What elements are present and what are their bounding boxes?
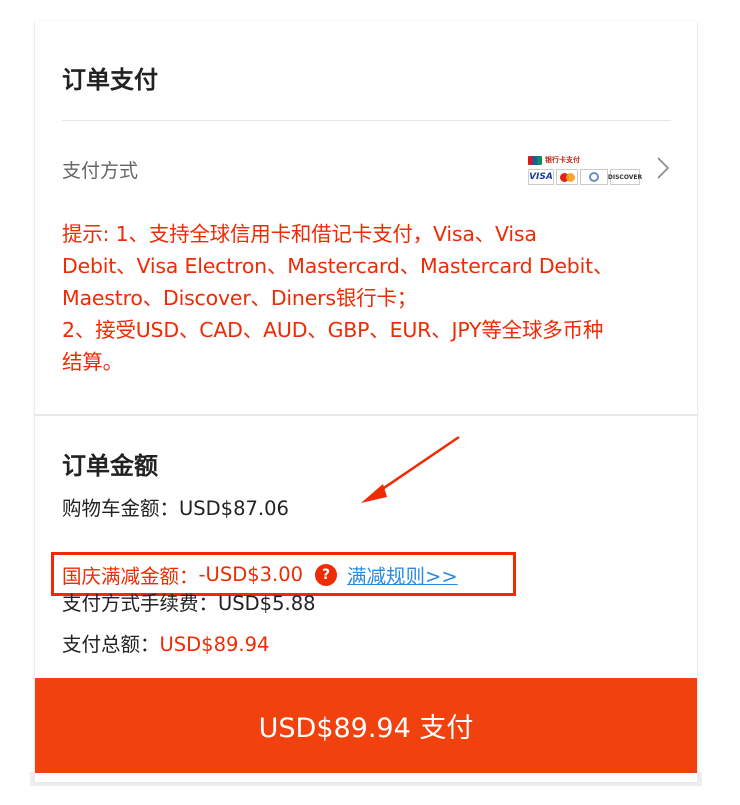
total-row: 支付总额：USD$89.94	[62, 628, 269, 657]
discover-icon: DISCOVER	[608, 169, 642, 185]
total-label: 支付总额：	[62, 633, 160, 656]
section-divider	[35, 414, 697, 416]
total-value: USD$89.94	[159, 633, 270, 656]
payment-notice: 提示: 1、支持全球信用卡和借记卡支付，Visa、Visa Debit、Visa…	[62, 222, 614, 374]
diners-club-icon	[580, 169, 609, 185]
annotation-arrow-icon	[361, 435, 460, 503]
divider	[62, 120, 671, 121]
chevron-right-icon[interactable]	[655, 156, 671, 180]
page-title: 订单支付	[62, 66, 158, 94]
fee-label: 支付方式手续费：	[62, 592, 219, 615]
payment-method-row[interactable]: 支付方式 银行卡支付 VISA DISCOVER	[62, 150, 671, 190]
fee-row: 支付方式手续费：USD$5.88	[62, 587, 316, 616]
unionpay-icon: 银行卡支付	[528, 155, 586, 165]
fee-value: USD$5.88	[218, 592, 316, 615]
help-icon[interactable]: ?	[315, 563, 338, 586]
pay-button[interactable]: USD$89.94 支付	[35, 678, 697, 773]
payment-method-label: 支付方式	[62, 160, 139, 182]
order-amount-title: 订单金额	[62, 452, 158, 480]
cart-amount-label: 购物车金额：	[62, 497, 180, 520]
order-payment-card: 订单支付 支付方式 银行卡支付 VISA DISCOVER 提示: 1、支持全球…	[34, 22, 698, 782]
cart-amount-value: USD$87.06	[179, 497, 289, 520]
cart-amount-row: 购物车金额：USD$87.06	[62, 492, 289, 521]
promo-value: -USD$3.00	[198, 563, 304, 586]
visa-icon: VISA	[528, 169, 554, 185]
page-background: 订单支付 支付方式 银行卡支付 VISA DISCOVER 提示: 1、支持全球…	[0, 0, 740, 805]
promo-label: 国庆满减金额：	[62, 565, 199, 588]
promo-discount-row: 国庆满减金额： -USD$3.00 ? 满减规则>>	[62, 560, 458, 589]
promo-rule-link[interactable]: 满减规则>>	[347, 560, 458, 589]
mastercard-icon	[555, 169, 579, 185]
card-logos: 银行卡支付 VISA DISCOVER	[528, 155, 642, 187]
